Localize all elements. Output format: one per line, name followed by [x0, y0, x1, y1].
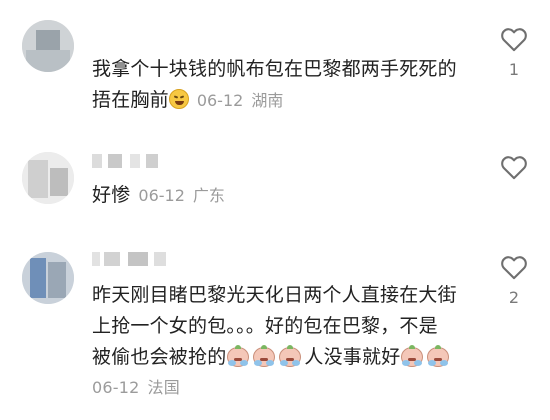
crying-emoji-icon [426, 345, 450, 367]
comment-item: 好惨 06-12 广东 [0, 140, 550, 230]
comment-text: 昨天刚目睹巴黎光天化日两个人直接在大街 上抢一个女的包。。。好的包在巴黎，不是 … [92, 280, 492, 403]
comment-text-line: 好惨 [92, 184, 131, 206]
like-button[interactable]: 1 [500, 26, 528, 79]
like-count: 2 [508, 288, 520, 307]
comment-text-line: 上抢一个女的包。。。好的包在巴黎，不是 [92, 315, 438, 337]
like-button[interactable]: 2 [500, 254, 528, 307]
crying-emoji-icon [226, 345, 250, 367]
comment-text-line: 人没事就好 [304, 346, 401, 368]
avatar[interactable] [22, 20, 74, 72]
comment-item: 昨天刚目睹巴黎光天化日两个人直接在大街 上抢一个女的包。。。好的包在巴黎，不是 … [0, 240, 550, 420]
comment-location: 湖南 [251, 91, 284, 110]
username[interactable] [92, 154, 162, 168]
comment-text-line: 昨天刚目睹巴黎光天化日两个人直接在大街 [92, 284, 457, 306]
comment-meta: 06-12 法国 [92, 373, 492, 403]
comment-text: 我拿个十块钱的帆布包在巴黎都两手死死的 捂在胸前 06-12 湖南 [92, 54, 492, 116]
comment-location: 法国 [147, 378, 180, 397]
heart-outline-icon[interactable] [500, 254, 528, 280]
comment-text-line: 被偷也会被抢的 人没事就好 [92, 342, 492, 373]
comment-date: 06-12 [92, 378, 140, 397]
username[interactable] [92, 252, 182, 266]
comment-location: 广东 [192, 186, 225, 205]
heart-outline-icon[interactable] [500, 154, 528, 180]
rofl-face-icon [168, 89, 189, 109]
comment-text-line: 我拿个十块钱的帆布包在巴黎都两手死死的 [92, 58, 457, 80]
comment-text-line: 捂在胸前 [92, 89, 169, 111]
comment-meta: 06-12 广东 [138, 186, 225, 205]
comment-text-line: 被偷也会被抢的 [92, 346, 227, 368]
comment-date: 06-12 [138, 186, 185, 205]
like-count [500, 188, 528, 206]
comment-meta: 06-12 湖南 [197, 91, 284, 110]
heart-outline-icon[interactable] [500, 26, 528, 52]
comment-text: 好惨 06-12 广东 [92, 180, 492, 211]
avatar[interactable] [22, 152, 74, 204]
comment-text-line: 捂在胸前 06-12 湖南 [92, 85, 492, 116]
crying-emoji-icon [278, 345, 302, 367]
comment-date: 06-12 [196, 91, 244, 110]
crying-emoji-icon [400, 345, 424, 367]
comment-item: 我拿个十块钱的帆布包在巴黎都两手死死的 捂在胸前 06-12 湖南 1 [0, 0, 550, 140]
crying-emoji-icon [252, 345, 276, 367]
like-count: 1 [508, 60, 520, 79]
like-button[interactable] [500, 154, 528, 206]
avatar[interactable] [22, 252, 74, 304]
